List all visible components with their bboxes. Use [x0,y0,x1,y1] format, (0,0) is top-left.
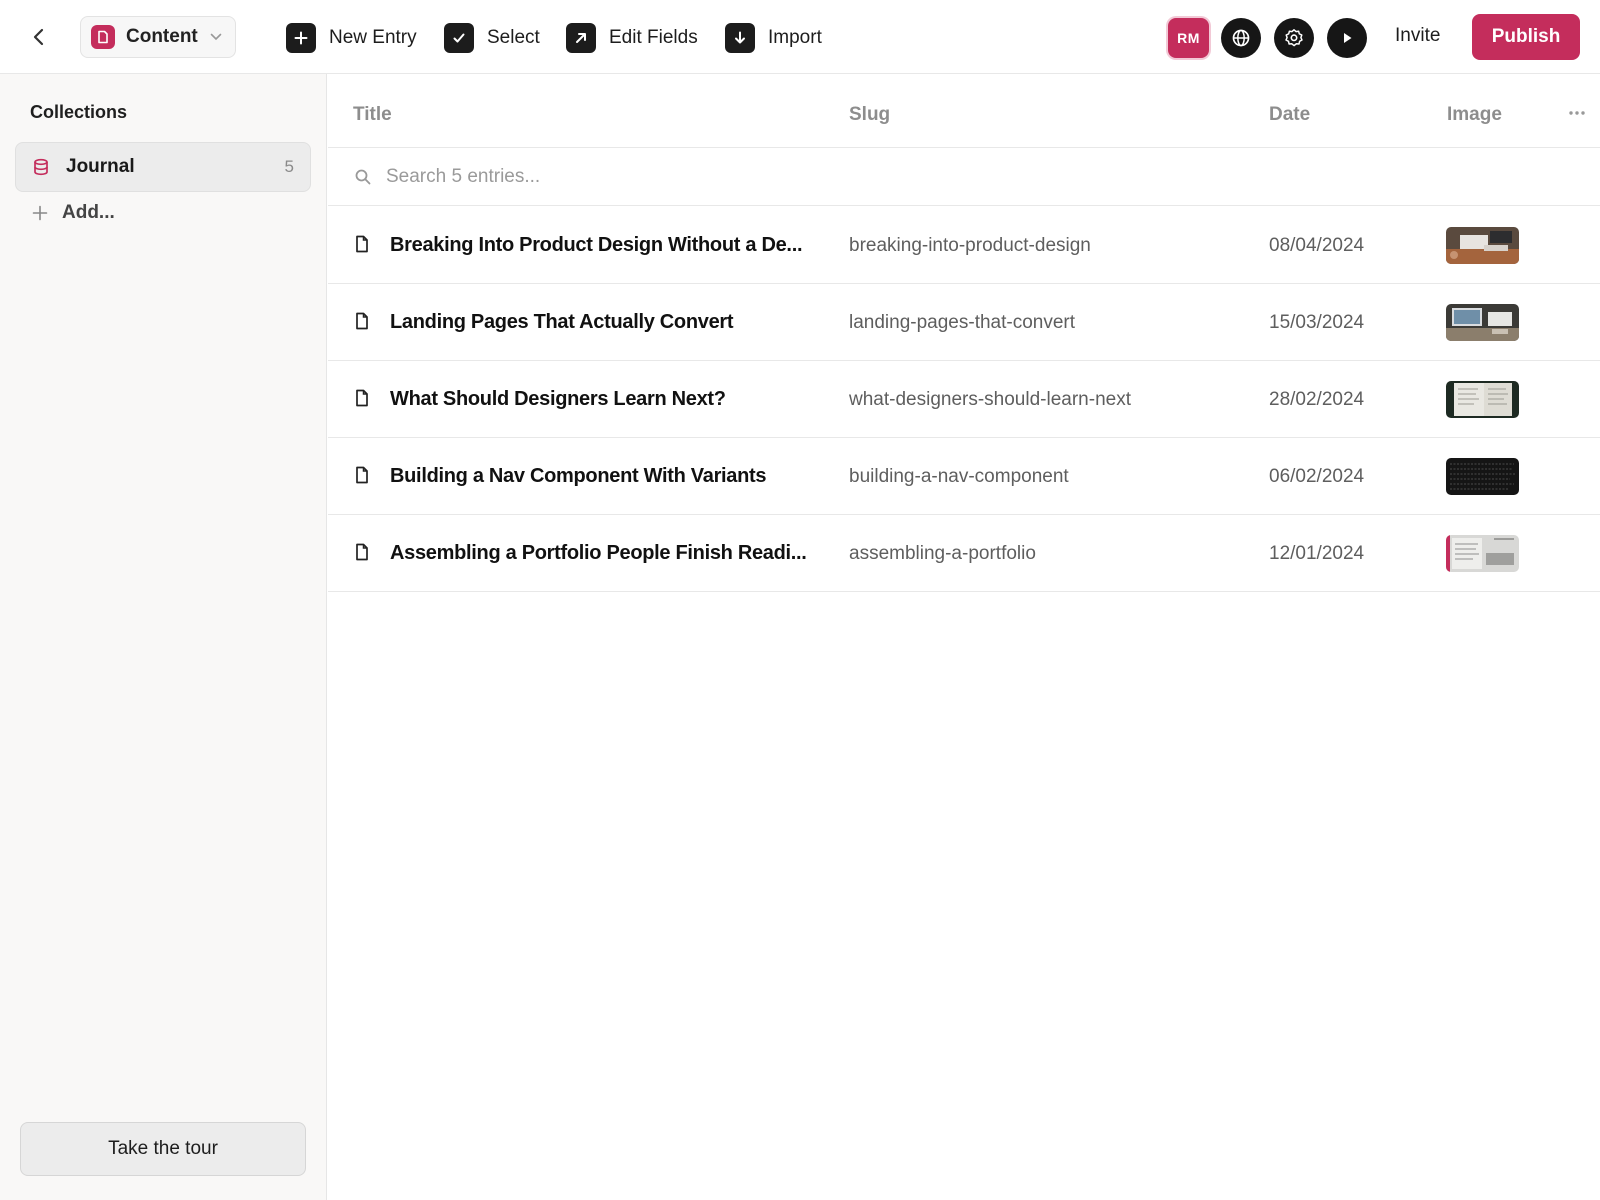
column-header-slug[interactable]: Slug [849,104,890,126]
table-row[interactable]: Breaking Into Product Design Without a D… [328,207,1600,284]
new-entry-button[interactable]: New Entry [286,22,417,54]
content-switcher[interactable]: Content [80,16,236,58]
document-icon [356,466,368,484]
collection-name: Journal [66,156,135,177]
table-body: Breaking Into Product Design Without a D… [328,207,1600,592]
entry-thumbnail [1446,227,1519,264]
entry-thumbnail [1446,304,1519,341]
search-bar [328,148,1600,206]
database-icon [34,158,48,176]
select-button[interactable]: Select [444,22,540,54]
arrow-up-right-icon [566,23,596,53]
page-icon [91,25,115,49]
new-entry-label: New Entry [329,27,417,48]
entry-thumbnail [1446,458,1519,495]
collection-count: 5 [284,157,294,176]
gear-icon [1285,29,1303,47]
entry-date: 08/04/2024 [1269,235,1365,256]
play-icon [1344,33,1352,43]
table-row[interactable]: Assembling a Portfolio People Finish Rea… [328,515,1600,592]
more-icon[interactable] [1568,110,1586,116]
entry-date: 06/02/2024 [1269,466,1365,487]
column-header-image[interactable]: Image [1447,104,1502,126]
add-collection-button[interactable]: Add... [32,202,115,224]
content-switcher-label: Content [126,26,198,47]
settings-button[interactable] [1274,18,1314,58]
publish-button[interactable]: Publish [1472,14,1580,60]
search-icon [354,168,372,186]
column-header-date[interactable]: Date [1269,104,1310,126]
table-row[interactable]: Building a Nav Component With Variants b… [328,438,1600,515]
table-row[interactable]: Landing Pages That Actually Convert land… [328,284,1600,361]
entry-slug: landing-pages-that-convert [849,312,1076,333]
entry-slug: building-a-nav-component [849,466,1069,487]
edit-fields-button[interactable]: Edit Fields [566,22,698,54]
entries-table: Title Slug Date Image Breaking Into Prod… [328,74,1600,1200]
entry-slug: assembling-a-portfolio [849,543,1036,564]
entry-date: 12/01/2024 [1269,543,1365,564]
column-header-title[interactable]: Title [353,104,392,126]
top-bar: Content New Entry Select Edit Fields Imp… [0,0,1600,74]
entry-thumbnail [1446,535,1519,572]
import-button[interactable]: Import [725,22,822,54]
chevron-left-icon [33,28,44,46]
entry-slug: what-designers-should-learn-next [849,389,1131,410]
plus-icon [32,205,48,221]
globe-button[interactable] [1221,18,1261,58]
edit-fields-label: Edit Fields [609,27,698,48]
arrow-down-icon [725,23,755,53]
sidebar: Collections Journal 5 Add... Take the to… [0,74,327,1200]
import-label: Import [768,27,822,48]
back-button[interactable] [26,24,52,50]
table-row[interactable]: What Should Designers Learn Next? what-d… [328,361,1600,438]
search-input[interactable] [386,165,986,188]
document-icon [356,235,368,253]
take-tour-button[interactable]: Take the tour [20,1122,306,1176]
entry-date: 28/02/2024 [1269,389,1365,410]
globe-icon [1232,29,1250,47]
entry-title: Building a Nav Component With Variants [390,465,767,487]
entry-thumbnail [1446,381,1519,418]
entry-date: 15/03/2024 [1269,312,1365,333]
entry-title: Assembling a Portfolio People Finish Rea… [390,542,807,564]
sidebar-item-journal[interactable]: Journal 5 [15,142,311,192]
entry-title: What Should Designers Learn Next? [390,388,726,410]
plus-icon [286,23,316,53]
add-collection-label: Add... [62,202,115,223]
check-icon [444,23,474,53]
document-icon [356,543,368,561]
invite-button[interactable]: Invite [1395,25,1440,47]
avatar[interactable]: RM [1168,18,1209,58]
select-label: Select [487,27,540,48]
preview-button[interactable] [1327,18,1367,58]
entry-slug: breaking-into-product-design [849,235,1091,256]
document-icon [356,312,368,330]
document-icon [356,389,368,407]
chevron-down-icon [210,33,222,41]
entry-title: Landing Pages That Actually Convert [390,311,734,333]
table-header: Title Slug Date Image [328,74,1600,148]
collections-heading: Collections [30,102,128,122]
entry-title: Breaking Into Product Design Without a D… [390,234,803,256]
